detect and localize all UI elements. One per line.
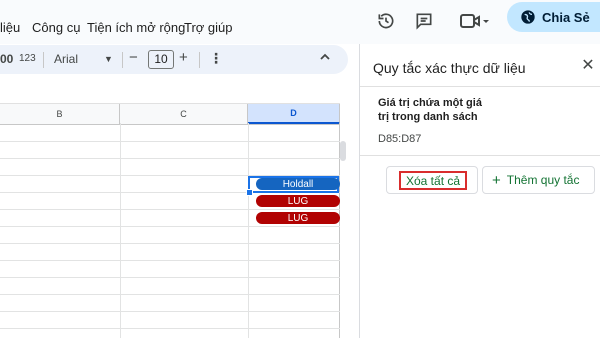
grid-row-line bbox=[0, 277, 340, 278]
increase-font-size-button[interactable]: + bbox=[179, 49, 188, 66]
history-icon[interactable] bbox=[372, 7, 400, 35]
rule-criteria-line2: trị trong danh sách bbox=[378, 111, 478, 123]
more-formats-button[interactable]: 123 bbox=[19, 53, 36, 64]
comment-icon[interactable] bbox=[410, 7, 438, 35]
vertical-scrollbar[interactable] bbox=[340, 141, 346, 161]
globe-icon bbox=[521, 10, 535, 24]
dropdown-chip[interactable]: LUG bbox=[256, 212, 340, 224]
grid-row-line bbox=[0, 209, 340, 210]
column-header-d[interactable]: D bbox=[248, 104, 340, 124]
menu-tools[interactable]: Công cụ bbox=[32, 20, 80, 35]
share-button-label: Chia Sẻ bbox=[542, 9, 590, 25]
toolbar-divider bbox=[43, 52, 44, 68]
collapse-toolbar-icon[interactable] bbox=[319, 51, 331, 66]
grid-row-line bbox=[0, 243, 340, 244]
menu-extensions[interactable]: Tiện ích mở rộng bbox=[87, 20, 185, 35]
rule-range: D85:D87 bbox=[378, 133, 422, 145]
grid-row-line bbox=[0, 328, 340, 329]
column-header-b[interactable]: B bbox=[0, 104, 120, 124]
grid-row-line bbox=[0, 158, 340, 159]
grid-row-line bbox=[0, 311, 340, 312]
dropdown-chip[interactable]: Holdall bbox=[256, 178, 340, 190]
menu-help[interactable]: Trợ giúp bbox=[184, 20, 233, 35]
grid-column-line bbox=[248, 123, 249, 338]
formatting-toolbar: 00 123 Arial ▼ − 10 + ⋮ bbox=[0, 45, 348, 74]
validation-rule-card[interactable]: Giá trị chứa một giá trị trong danh sách… bbox=[360, 86, 600, 156]
add-rule-button[interactable]: + Thêm quy tắc bbox=[482, 166, 595, 194]
data-validation-panel: Quy tắc xác thực dữ liệu ✕ Giá trị chứa … bbox=[359, 44, 600, 338]
grid-row-line bbox=[0, 141, 340, 142]
fill-handle[interactable] bbox=[246, 189, 253, 196]
grid-row-line bbox=[0, 294, 340, 295]
toolbar-divider bbox=[122, 52, 123, 68]
column-header-row: B C D bbox=[0, 103, 340, 125]
menu-data[interactable]: liệu bbox=[0, 20, 20, 35]
grid-column-line bbox=[120, 123, 121, 338]
font-family-select[interactable]: Arial bbox=[54, 52, 78, 66]
panel-title: Quy tắc xác thực dữ liệu bbox=[373, 60, 526, 76]
add-rule-label: Thêm quy tắc bbox=[506, 173, 580, 187]
column-header-c[interactable]: C bbox=[120, 104, 248, 124]
dropdown-chip[interactable]: LUG bbox=[256, 195, 340, 207]
rule-criteria-line1: Giá trị chứa một giá bbox=[378, 97, 482, 109]
more-options-icon[interactable]: ⋮ bbox=[209, 50, 223, 67]
top-menu-bar: liệu Công cụ Tiện ích mở rộng Trợ giúp C… bbox=[0, 0, 600, 44]
toolbar-divider bbox=[199, 52, 200, 68]
share-button[interactable]: Chia Sẻ bbox=[507, 2, 600, 32]
video-call-icon[interactable] bbox=[454, 7, 494, 35]
clear-all-button[interactable]: Xóa tất cả bbox=[386, 166, 478, 194]
clear-all-label: Xóa tất cả bbox=[399, 171, 468, 190]
grid-row-line bbox=[0, 226, 340, 227]
chevron-down-icon[interactable]: ▼ bbox=[104, 54, 113, 64]
decrease-font-size-button[interactable]: − bbox=[129, 49, 138, 66]
font-size-input[interactable]: 10 bbox=[148, 50, 174, 69]
grid-row-line bbox=[0, 260, 340, 261]
close-icon[interactable]: ✕ bbox=[580, 58, 596, 74]
format-decimal-button[interactable]: 00 bbox=[0, 52, 13, 66]
plus-icon: + bbox=[492, 171, 501, 189]
